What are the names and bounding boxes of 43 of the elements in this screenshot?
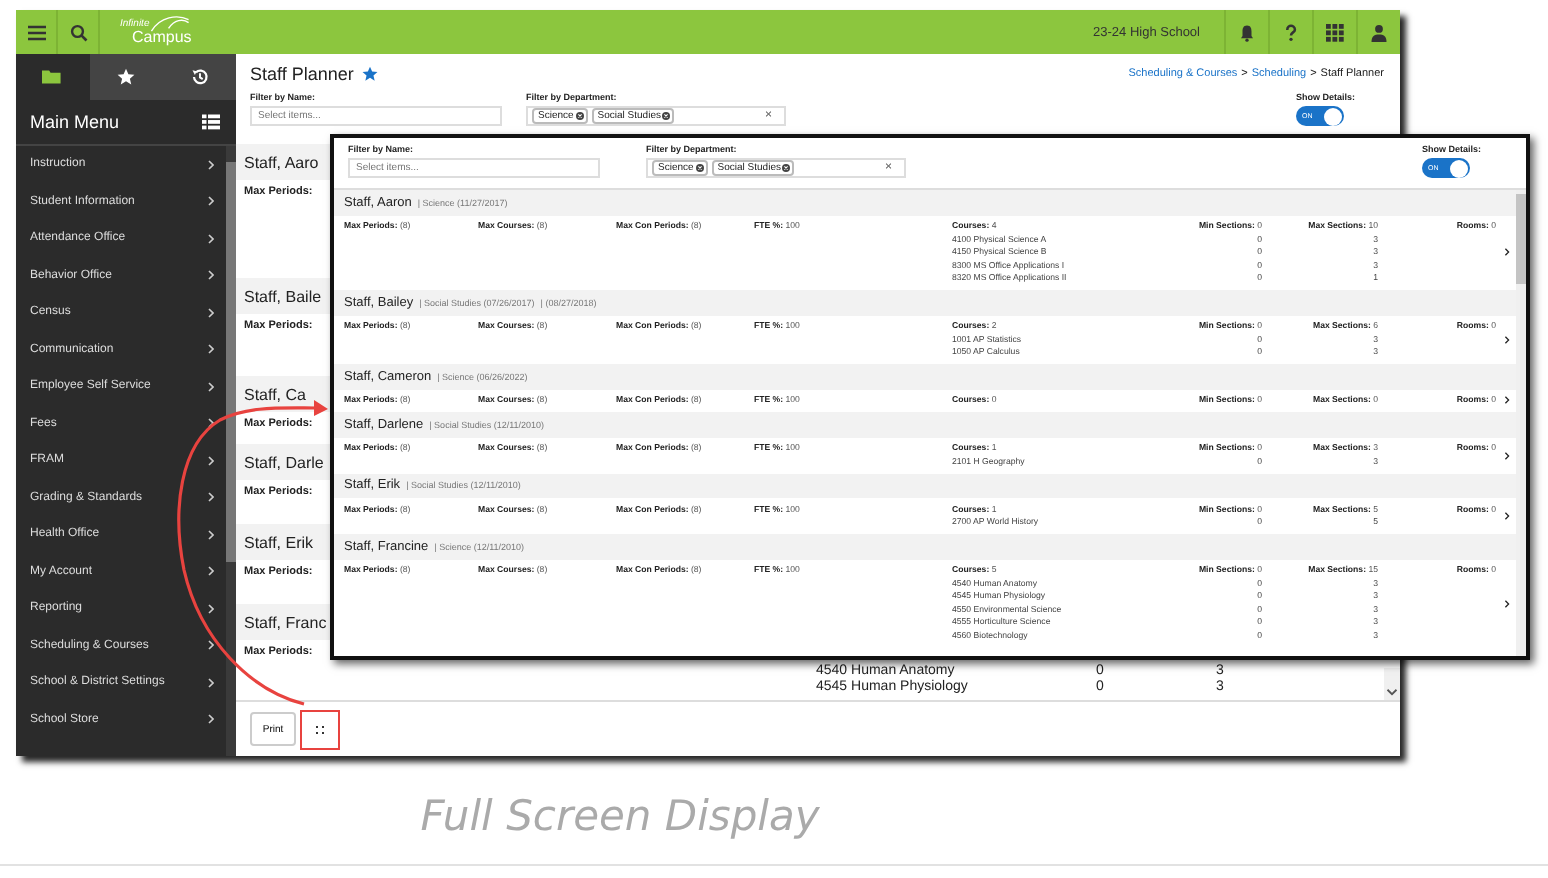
scrollbar[interactable] [226,146,236,756]
bell-icon [1238,23,1256,41]
staff-header[interactable]: Staff, Franc [236,604,330,640]
search-icon [69,23,87,41]
person-icon [1370,23,1388,41]
menu-icon [27,23,45,41]
chevron-icon[interactable] [1503,396,1509,405]
chevron-icon[interactable] [1503,335,1509,344]
help-icon [1282,23,1300,41]
staff-header[interactable]: Staff, Darle [236,444,330,480]
staff-name: Staff, Erik [244,533,314,551]
chevron-icon[interactable] [1503,512,1509,520]
page-title: Staff Planner [250,63,354,83]
grid-icon [1326,23,1344,41]
menu-title: Main Menu [30,112,120,132]
remove-icon[interactable] [662,112,671,120]
staff-header[interactable]: Staff, Aaro [236,144,330,180]
staff-header[interactable]: Staff, Baile [236,278,330,314]
star-icon[interactable] [361,65,378,81]
list-view-icon[interactable] [202,114,220,130]
staff-name: Staff, Baile [244,287,322,305]
chevron-down-icon[interactable] [1386,688,1398,696]
sidebar-tab[interactable] [89,54,163,100]
remove-icon[interactable] [695,164,704,172]
chevron-icon[interactable] [1503,599,1509,607]
staff-header[interactable]: Staff, Erik [236,524,330,560]
scrollbar[interactable] [1384,668,1400,700]
caption: Full Screen Display [418,792,822,840]
remove-icon[interactable] [782,164,791,172]
chevron-icon[interactable] [1503,248,1509,257]
star-icon [116,68,136,86]
scrollbar[interactable] [1516,190,1526,656]
chevron-icon[interactable] [1503,451,1509,459]
swoosh-icon [148,13,192,33]
folder-icon [42,68,63,86]
staff-name: Staff, Franc [244,613,327,631]
staff-name: Staff, Darle [244,453,324,471]
remove-icon[interactable] [575,112,584,120]
staff-name: Staff, Aaro [244,153,319,171]
sidebar-tab[interactable] [162,54,237,100]
history-icon [189,68,210,86]
staff-header[interactable]: Staff, Ca [236,376,330,412]
staff-name: Staff, Ca [244,385,306,403]
